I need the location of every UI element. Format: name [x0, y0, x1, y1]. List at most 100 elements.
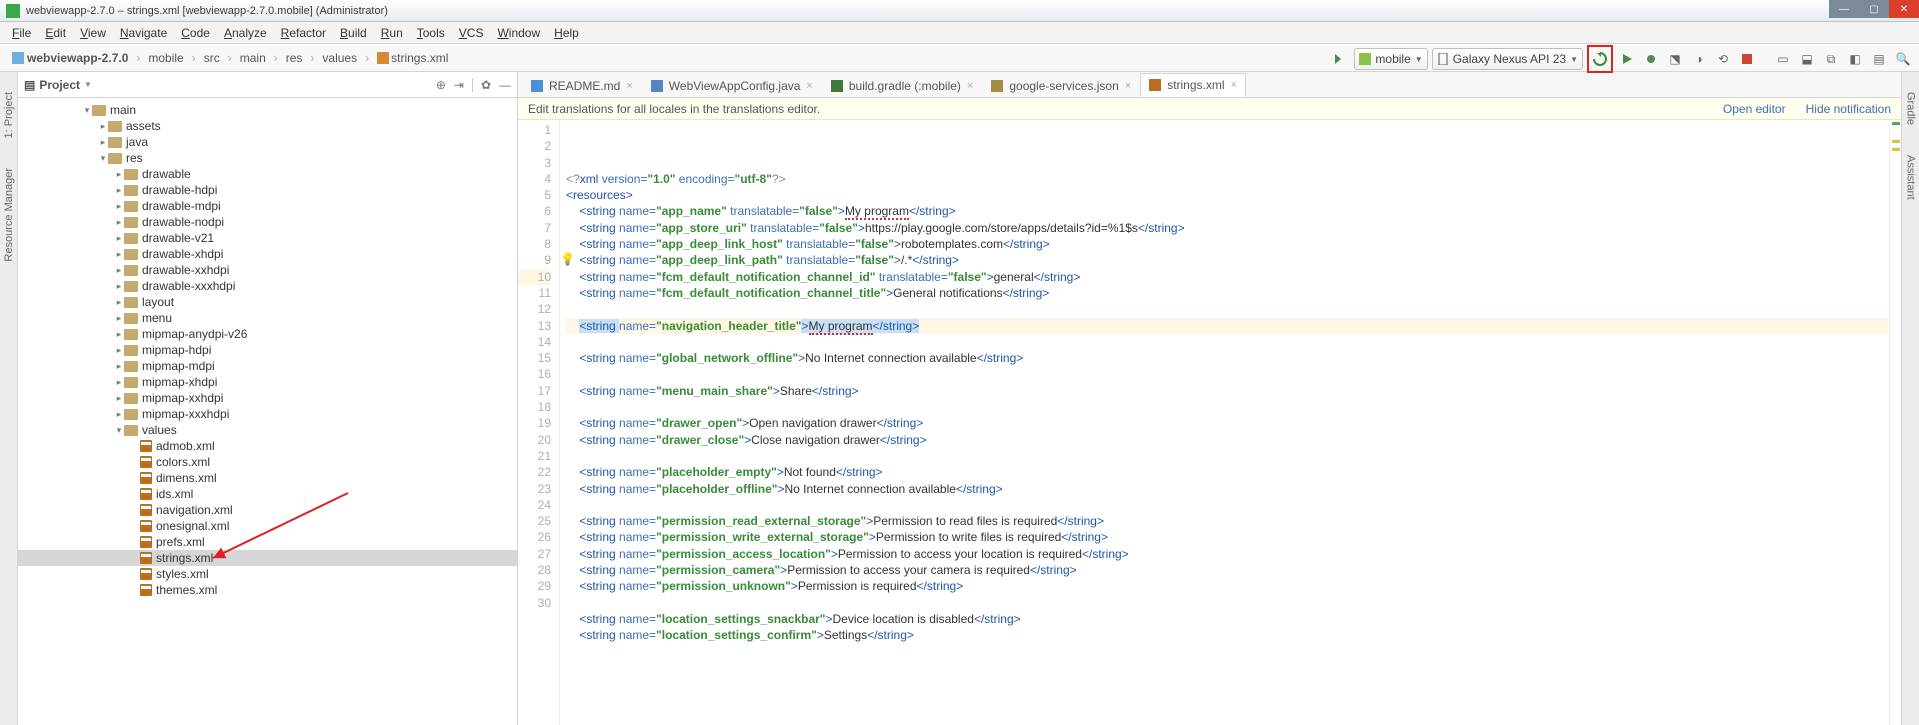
tree-admob-xml[interactable]: admob.xml	[18, 438, 517, 454]
xml-file-icon	[140, 440, 152, 452]
gutter-assistant[interactable]: Assistant	[1905, 155, 1917, 200]
tree-assets[interactable]: ▸assets	[18, 118, 517, 134]
tree-mipmap-hdpi[interactable]: ▸mipmap-hdpi	[18, 342, 517, 358]
tree-mipmap-xxhdpi[interactable]: ▸mipmap-xxhdpi	[18, 390, 517, 406]
menu-vcs[interactable]: VCS	[453, 24, 490, 42]
tree-dimens-xml[interactable]: dimens.xml	[18, 470, 517, 486]
tree-drawable-xxxhdpi[interactable]: ▸drawable-xxxhdpi	[18, 278, 517, 294]
hide-notification-link[interactable]: Hide notification	[1806, 102, 1891, 116]
main: 1: Project Resource Manager ▤ Project ▼ …	[0, 72, 1919, 725]
run-icon[interactable]	[1617, 48, 1637, 70]
tree-mipmap-mdpi[interactable]: ▸mipmap-mdpi	[18, 358, 517, 374]
tree-layout[interactable]: ▸layout	[18, 294, 517, 310]
close-tab-icon[interactable]: ×	[626, 80, 632, 92]
menu-help[interactable]: Help	[548, 24, 585, 42]
close-button[interactable]: ✕	[1889, 0, 1919, 18]
maximize-button[interactable]: ▢	[1859, 0, 1889, 18]
lightbulb-icon[interactable]: 💡	[560, 251, 575, 267]
search-icon[interactable]: 🔍	[1893, 48, 1913, 70]
menu-window[interactable]: Window	[491, 24, 546, 42]
tab-build-gradle---mobile-[interactable]: build.gradle (:mobile)×	[822, 73, 983, 97]
gutter-resource-manager[interactable]: Resource Manager	[3, 168, 15, 262]
open-editor-link[interactable]: Open editor	[1723, 102, 1786, 116]
device-selector[interactable]: Galaxy Nexus API 23 ▼	[1432, 48, 1583, 70]
error-stripe[interactable]	[1889, 120, 1901, 725]
tree-mipmap-xxxhdpi[interactable]: ▸mipmap-xxxhdpi	[18, 406, 517, 422]
tree-drawable-xxhdpi[interactable]: ▸drawable-xxhdpi	[18, 262, 517, 278]
tree-drawable-mdpi[interactable]: ▸drawable-mdpi	[18, 198, 517, 214]
project-tree[interactable]: ▾main▸assets▸java▾res▸drawable▸drawable-…	[18, 98, 517, 725]
coverage-icon[interactable]: ⬔	[1665, 48, 1685, 70]
tree-ids-xml[interactable]: ids.xml	[18, 486, 517, 502]
gutter-project[interactable]: 1: Project	[3, 92, 15, 138]
tree-themes-xml[interactable]: themes.xml	[18, 582, 517, 598]
gear-icon[interactable]: ✿	[481, 78, 491, 92]
crumb-6[interactable]: strings.xml	[373, 49, 452, 67]
avd-manager-icon[interactable]: ▭	[1773, 48, 1793, 70]
tree-drawable-nodpi[interactable]: ▸drawable-nodpi	[18, 214, 517, 230]
crumb-4[interactable]: res	[282, 49, 307, 67]
sdk-manager-icon[interactable]: ⬓	[1797, 48, 1817, 70]
tree-navigation-xml[interactable]: navigation.xml	[18, 502, 517, 518]
menu-refactor[interactable]: Refactor	[275, 24, 332, 42]
device-file-explorer-icon[interactable]: ▤	[1869, 48, 1889, 70]
left-gutter: 1: Project Resource Manager	[0, 72, 18, 725]
tree-res[interactable]: ▾res	[18, 150, 517, 166]
hide-icon[interactable]: —	[499, 78, 511, 92]
menu-tools[interactable]: Tools	[411, 24, 451, 42]
menu-file[interactable]: File	[6, 24, 37, 42]
tree-prefs-xml[interactable]: prefs.xml	[18, 534, 517, 550]
menu-view[interactable]: View	[74, 24, 112, 42]
tree-main[interactable]: ▾main	[18, 102, 517, 118]
tree-mipmap-anydpi-v26[interactable]: ▸mipmap-anydpi-v26	[18, 326, 517, 342]
crumb-1[interactable]: mobile	[144, 49, 187, 67]
tree-values[interactable]: ▾values	[18, 422, 517, 438]
menu-analyze[interactable]: Analyze	[218, 24, 273, 42]
tree-java[interactable]: ▸java	[18, 134, 517, 150]
tree-strings-xml[interactable]: strings.xml	[18, 550, 517, 566]
tree-colors-xml[interactable]: colors.xml	[18, 454, 517, 470]
gutter-gradle[interactable]: Gradle	[1905, 92, 1917, 125]
tab-webviewappconfig-java[interactable]: WebViewAppConfig.java×	[642, 73, 822, 97]
crumb-2[interactable]: src	[200, 49, 224, 67]
stop-icon[interactable]	[1737, 48, 1757, 70]
chevron-down-icon[interactable]: ▼	[84, 80, 92, 89]
folder-icon	[124, 361, 138, 372]
crumb-0[interactable]: webviewapp-2.7.0	[8, 49, 132, 67]
tree-onesignal-xml[interactable]: onesignal.xml	[18, 518, 517, 534]
tab-strings-xml[interactable]: strings.xml×	[1140, 73, 1246, 97]
debug-icon[interactable]	[1641, 48, 1661, 70]
module-selector[interactable]: mobile ▼	[1354, 48, 1427, 70]
close-tab-icon[interactable]: ×	[1231, 79, 1237, 91]
tab-google-services-json[interactable]: google-services.json×	[982, 73, 1140, 97]
close-tab-icon[interactable]: ×	[806, 80, 812, 92]
make-project-icon[interactable]	[1330, 48, 1350, 70]
tree-styles-xml[interactable]: styles.xml	[18, 566, 517, 582]
close-tab-icon[interactable]: ×	[1125, 80, 1131, 92]
minimize-button[interactable]: —	[1829, 0, 1859, 18]
code-area[interactable]: 1234567891011121314151617181920212223242…	[518, 120, 1901, 725]
sync-gradle-icon[interactable]	[1590, 48, 1610, 70]
tree-drawable[interactable]: ▸drawable	[18, 166, 517, 182]
tab-readme-md[interactable]: README.md×	[522, 73, 642, 97]
collapse-icon[interactable]: ⇥	[454, 78, 464, 92]
menu-build[interactable]: Build	[334, 24, 373, 42]
resource-manager-icon[interactable]: ◧	[1845, 48, 1865, 70]
code-content[interactable]: 💡 <?xml version="1.0" encoding="utf-8"?>…	[560, 120, 1901, 725]
attach-debugger-icon[interactable]: ⟲	[1713, 48, 1733, 70]
menu-run[interactable]: Run	[375, 24, 409, 42]
tree-drawable-v21[interactable]: ▸drawable-v21	[18, 230, 517, 246]
crumb-5[interactable]: values	[318, 49, 361, 67]
layout-inspector-icon[interactable]: ⧉	[1821, 48, 1841, 70]
profiler-icon[interactable]: ◑	[1689, 48, 1709, 70]
close-tab-icon[interactable]: ×	[967, 80, 973, 92]
tree-drawable-xhdpi[interactable]: ▸drawable-xhdpi	[18, 246, 517, 262]
tree-drawable-hdpi[interactable]: ▸drawable-hdpi	[18, 182, 517, 198]
menu-edit[interactable]: Edit	[39, 24, 72, 42]
target-icon[interactable]: ⊕	[436, 78, 446, 92]
menu-code[interactable]: Code	[175, 24, 216, 42]
menu-navigate[interactable]: Navigate	[114, 24, 173, 42]
tree-menu[interactable]: ▸menu	[18, 310, 517, 326]
tree-mipmap-xhdpi[interactable]: ▸mipmap-xhdpi	[18, 374, 517, 390]
crumb-3[interactable]: main	[236, 49, 270, 67]
